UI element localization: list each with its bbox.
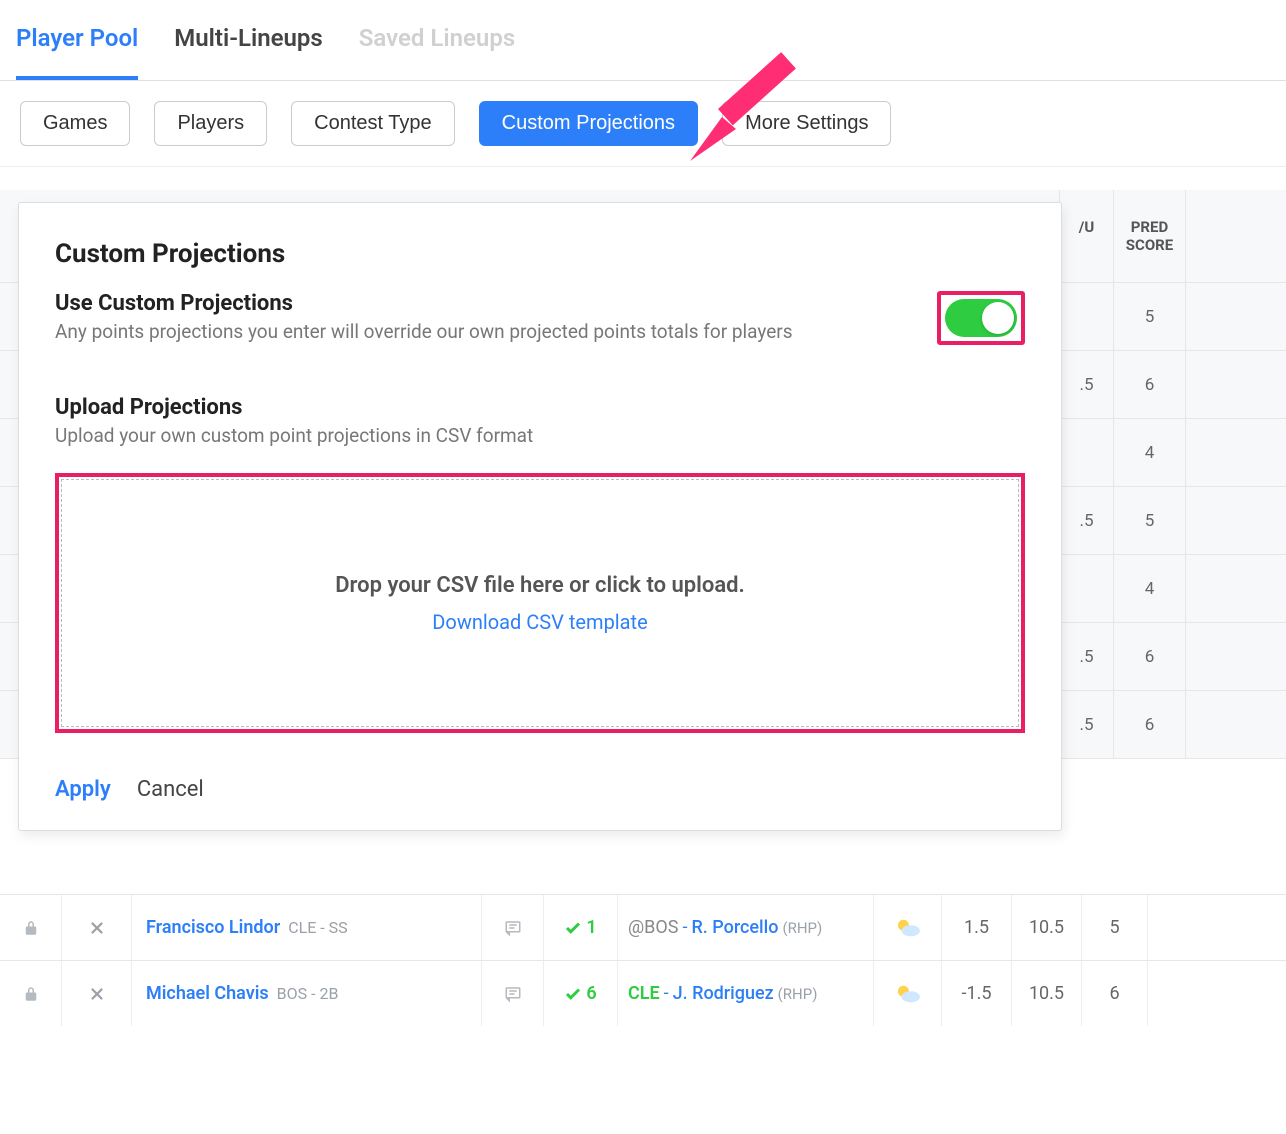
toggle-highlight <box>937 291 1025 345</box>
chat-icon <box>504 919 522 937</box>
cell-pred: 5 <box>1114 283 1186 350</box>
order-value: 6 <box>586 983 596 1004</box>
player-name-link[interactable]: Michael Chavis <box>146 983 269 1004</box>
use-custom-title: Use Custom Projections <box>55 291 921 316</box>
games-button[interactable]: Games <box>20 101 130 146</box>
player-cell: Michael Chavis BOS - 2B <box>132 961 482 1026</box>
panel-footer: Apply Cancel <box>55 777 1025 802</box>
player-meta: CLE - SS <box>288 918 347 937</box>
col-ou: /U <box>1060 190 1114 282</box>
tab-saved-lineups: Saved Lineups <box>359 24 515 80</box>
cell-ou <box>1060 283 1114 350</box>
player-meta: BOS - 2B <box>277 984 339 1003</box>
spread-cell: 1.5 <box>942 895 1012 960</box>
csv-dropzone[interactable]: Drop your CSV file here or click to uplo… <box>61 479 1019 727</box>
cell-ou: .5 <box>1060 691 1114 758</box>
more-settings-button[interactable]: More Settings <box>722 101 891 146</box>
apply-button[interactable]: Apply <box>55 777 111 802</box>
opp-hand: (RHP) <box>778 985 818 1003</box>
notes-cell[interactable] <box>482 961 544 1026</box>
cell-pred: 6 <box>1114 623 1186 690</box>
cell-ou: .5 <box>1060 487 1114 554</box>
panel-title: Custom Projections <box>55 239 1025 269</box>
upload-projections-desc: Upload your own custom point projections… <box>55 424 1025 447</box>
tab-player-pool[interactable]: Player Pool <box>16 24 138 80</box>
cell-ou: .5 <box>1060 351 1114 418</box>
cell-pred: 6 <box>1114 351 1186 418</box>
check-icon <box>564 985 582 1003</box>
spread-cell: -1.5 <box>942 961 1012 1026</box>
batting-order-cell: 1 <box>544 895 618 960</box>
use-custom-projections-row: Use Custom Projections Any points projec… <box>55 291 1025 369</box>
cell-pred: 4 <box>1114 555 1186 622</box>
opponent-cell: @BOS - R. Porcello (RHP) <box>618 895 874 960</box>
player-name-link[interactable]: Francisco Lindor <box>146 917 280 938</box>
use-custom-toggle[interactable] <box>945 299 1017 337</box>
col-pred-score: PRED SCORE <box>1114 190 1186 282</box>
lock-icon <box>22 919 40 937</box>
dropzone-highlight: Drop your CSV file here or click to uplo… <box>55 473 1025 733</box>
cell-ou <box>1060 555 1114 622</box>
opp-pitcher-link[interactable]: J. Rodriguez <box>673 983 774 1004</box>
batting-order-cell: 6 <box>544 961 618 1026</box>
opp-dash: - <box>664 983 669 1004</box>
opp-hand: (RHP) <box>782 919 822 937</box>
chat-icon <box>504 985 522 1003</box>
custom-projections-panel: Custom Projections Use Custom Projection… <box>18 202 1062 831</box>
ou-cell: 10.5 <box>1012 895 1082 960</box>
table-row: Francisco Lindor CLE - SS 1 @BOS - R. Po… <box>0 894 1286 960</box>
pred-cell: 5 <box>1082 895 1148 960</box>
check-icon <box>564 919 582 937</box>
custom-projections-button[interactable]: Custom Projections <box>479 101 698 146</box>
weather-icon <box>893 917 923 939</box>
opp-pitcher-link[interactable]: R. Porcello <box>691 917 778 938</box>
close-icon <box>88 919 106 937</box>
ou-cell: 10.5 <box>1012 961 1082 1026</box>
cell-pred: 4 <box>1114 419 1186 486</box>
opp-dash: - <box>682 917 687 938</box>
lock-cell[interactable] <box>0 895 62 960</box>
player-rows: Francisco Lindor CLE - SS 1 @BOS - R. Po… <box>0 894 1286 1026</box>
cell-pred: 6 <box>1114 691 1186 758</box>
lock-icon <box>22 985 40 1003</box>
download-csv-template-link[interactable]: Download CSV template <box>432 610 647 634</box>
tab-multi-lineups[interactable]: Multi-Lineups <box>174 24 323 80</box>
weather-icon <box>893 983 923 1005</box>
opp-team: CLE <box>628 983 660 1004</box>
upload-projections-title: Upload Projections <box>55 395 1025 420</box>
cell-pred: 5 <box>1114 487 1186 554</box>
player-cell: Francisco Lindor CLE - SS <box>132 895 482 960</box>
close-icon <box>88 985 106 1003</box>
pred-cell: 6 <box>1082 961 1148 1026</box>
table-row: Michael Chavis BOS - 2B 6 CLE - J. Rodri… <box>0 960 1286 1026</box>
cancel-button[interactable]: Cancel <box>137 777 204 802</box>
contest-type-button[interactable]: Contest Type <box>291 101 454 146</box>
notes-cell[interactable] <box>482 895 544 960</box>
weather-cell <box>874 895 942 960</box>
order-value: 1 <box>586 917 596 938</box>
remove-cell[interactable] <box>62 895 132 960</box>
cell-ou <box>1060 419 1114 486</box>
filter-row: Games Players Contest Type Custom Projec… <box>0 81 1286 167</box>
weather-cell <box>874 961 942 1026</box>
lock-cell[interactable] <box>0 961 62 1026</box>
tabs-bar: Player Pool Multi-Lineups Saved Lineups <box>0 0 1286 81</box>
use-custom-desc: Any points projections you enter will ov… <box>55 320 921 343</box>
remove-cell[interactable] <box>62 961 132 1026</box>
dropzone-text: Drop your CSV file here or click to uplo… <box>335 573 745 598</box>
cell-ou: .5 <box>1060 623 1114 690</box>
opp-prefix: @BOS <box>628 917 678 938</box>
opponent-cell: CLE - J. Rodriguez (RHP) <box>618 961 874 1026</box>
players-button[interactable]: Players <box>154 101 267 146</box>
